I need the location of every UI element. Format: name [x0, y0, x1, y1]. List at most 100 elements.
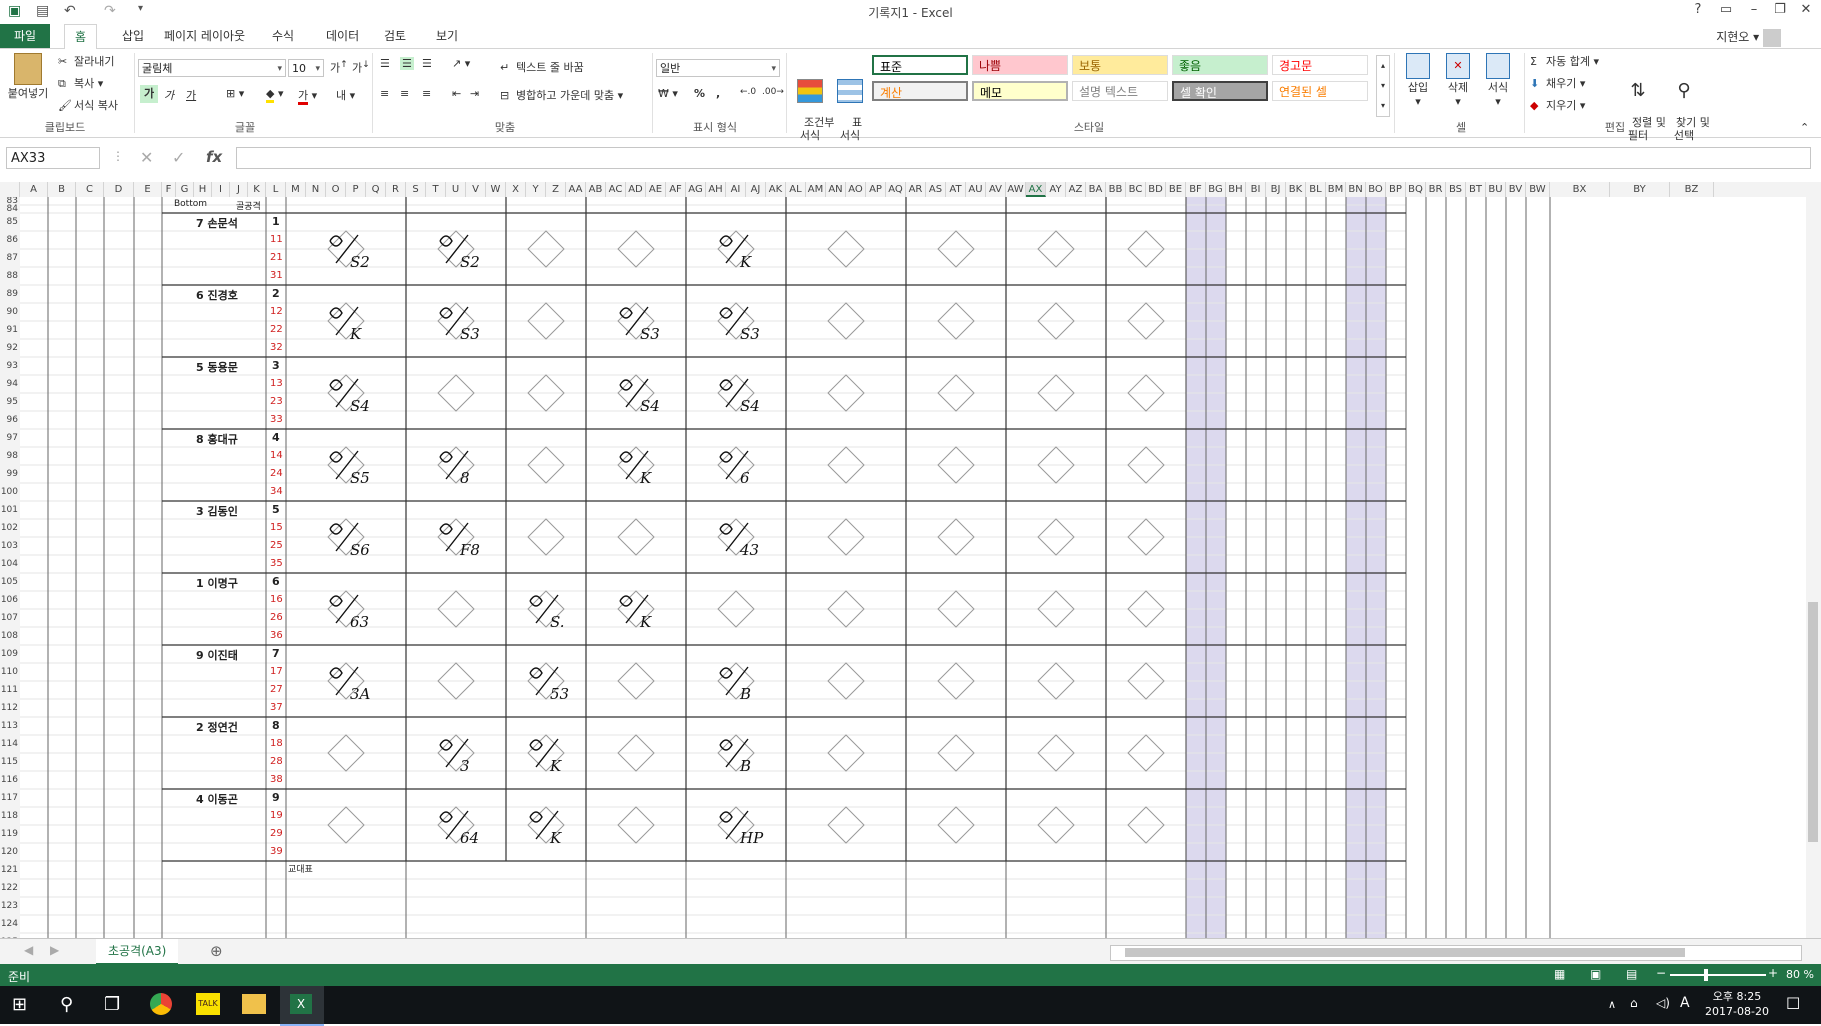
- row-header[interactable]: 105: [0, 573, 20, 591]
- column-header[interactable]: V: [466, 182, 486, 197]
- zoom-level[interactable]: 80 %: [1786, 968, 1814, 981]
- column-header[interactable]: R: [386, 182, 406, 197]
- ribbon-display-icon[interactable]: ▭: [1714, 2, 1738, 17]
- prev-sheet-icon[interactable]: ◀: [24, 943, 33, 957]
- font-color-button[interactable]: 가 ▾: [298, 87, 317, 105]
- column-header[interactable]: BX: [1550, 182, 1610, 197]
- align-left-icon[interactable]: ≡: [380, 87, 389, 100]
- excel-taskbar-button[interactable]: X: [280, 986, 324, 1026]
- zoom-slider-thumb[interactable]: [1704, 969, 1708, 981]
- fill-color-button[interactable]: ◆ ▾: [266, 87, 284, 103]
- font-grow-button[interactable]: 가↑: [330, 59, 348, 76]
- cell-style-3[interactable]: 좋음: [1172, 55, 1268, 75]
- column-header[interactable]: BM: [1326, 182, 1346, 197]
- column-header[interactable]: AP: [866, 182, 886, 197]
- column-header[interactable]: AN: [826, 182, 846, 197]
- column-header[interactable]: BF: [1186, 182, 1206, 197]
- column-header[interactable]: M: [286, 182, 306, 197]
- row-header[interactable]: 123: [0, 897, 20, 915]
- column-header[interactable]: AK: [766, 182, 786, 197]
- column-header[interactable]: A: [20, 182, 48, 197]
- next-sheet-icon[interactable]: ▶: [50, 943, 59, 957]
- chrome-icon[interactable]: [150, 993, 172, 1015]
- column-header[interactable]: AY: [1046, 182, 1066, 197]
- user-account[interactable]: 지현오 ▾: [1716, 28, 1781, 47]
- column-header[interactable]: BR: [1426, 182, 1446, 197]
- merge-center-button[interactable]: ⊟ 병합하고 가운데 맞춤 ▾: [500, 87, 623, 103]
- styles-scroll[interactable]: ▴ ▾ ▾: [1376, 55, 1390, 117]
- row-header[interactable]: 98: [0, 447, 20, 465]
- copy-button[interactable]: ⧉ 복사 ▾: [58, 75, 103, 91]
- column-header[interactable]: AI: [726, 182, 746, 197]
- zoom-slider[interactable]: [1670, 969, 1766, 981]
- row-header[interactable]: 89: [0, 285, 20, 303]
- column-header[interactable]: BJ: [1266, 182, 1286, 197]
- wrap-text-button[interactable]: ↵ 텍스트 줄 바꿈: [500, 59, 584, 75]
- column-header[interactable]: AB: [586, 182, 606, 197]
- tab-insert[interactable]: 삽입: [112, 24, 154, 48]
- column-header[interactable]: BT: [1466, 182, 1486, 197]
- column-header[interactable]: AL: [786, 182, 806, 197]
- column-header[interactable]: BA: [1086, 182, 1106, 197]
- column-header[interactable]: AR: [906, 182, 926, 197]
- cell-style-0[interactable]: 표준: [872, 55, 968, 75]
- italic-button[interactable]: 가: [164, 87, 174, 103]
- vertical-scrollbar[interactable]: [1806, 182, 1821, 938]
- row-header[interactable]: 106: [0, 591, 20, 609]
- page-layout-view-icon[interactable]: ▣: [1590, 967, 1601, 981]
- row-header[interactable]: 124: [0, 915, 20, 933]
- row-header[interactable]: 107: [0, 609, 20, 627]
- cell-style-5[interactable]: 계산: [872, 81, 968, 101]
- column-header[interactable]: F: [162, 182, 176, 197]
- tab-formulas[interactable]: 수식: [262, 24, 304, 48]
- column-header[interactable]: BS: [1446, 182, 1466, 197]
- column-header[interactable]: C: [76, 182, 104, 197]
- column-header[interactable]: BO: [1366, 182, 1386, 197]
- row-header[interactable]: 110: [0, 663, 20, 681]
- column-header[interactable]: I: [212, 182, 230, 197]
- column-header[interactable]: AC: [606, 182, 626, 197]
- sort-filter-button[interactable]: ⇅ 정렬 및 필터: [1618, 53, 1666, 155]
- row-header[interactable]: 93: [0, 357, 20, 375]
- column-header[interactable]: BE: [1166, 182, 1186, 197]
- search-icon[interactable]: ⚲: [60, 994, 73, 1015]
- tab-data[interactable]: 데이터: [316, 24, 369, 48]
- column-header[interactable]: BQ: [1406, 182, 1426, 197]
- column-header[interactable]: AX: [1026, 182, 1046, 197]
- column-header[interactable]: AD: [626, 182, 646, 197]
- task-view-icon[interactable]: ❐: [104, 994, 120, 1015]
- column-header[interactable]: BB: [1106, 182, 1126, 197]
- row-header[interactable]: 95: [0, 393, 20, 411]
- formula-input[interactable]: [236, 147, 1811, 169]
- row-header[interactable]: 100: [0, 483, 20, 501]
- row-header[interactable]: 92: [0, 339, 20, 357]
- percent-button[interactable]: %: [694, 87, 705, 100]
- windows-start-icon[interactable]: ⊞: [12, 994, 27, 1015]
- cell-style-7[interactable]: 설명 텍스트: [1072, 81, 1168, 101]
- row-header[interactable]: 120: [0, 843, 20, 861]
- column-header[interactable]: H: [194, 182, 212, 197]
- column-header[interactable]: AZ: [1066, 182, 1086, 197]
- row-header[interactable]: 101: [0, 501, 20, 519]
- minimize-button[interactable]: –: [1742, 2, 1766, 17]
- vertical-scroll-thumb[interactable]: [1808, 602, 1818, 842]
- column-header[interactable]: BG: [1206, 182, 1226, 197]
- column-header[interactable]: BL: [1306, 182, 1326, 197]
- help-icon[interactable]: ?: [1686, 2, 1710, 17]
- phonetic-button[interactable]: 내 ▾: [336, 87, 355, 103]
- notifications-icon[interactable]: ☐: [1786, 994, 1800, 1013]
- namebox-dropdown-icon[interactable]: ⋮: [112, 149, 124, 163]
- orientation-icon[interactable]: ↗ ▾: [452, 57, 470, 70]
- align-center-icon[interactable]: ≡: [400, 87, 409, 100]
- column-header[interactable]: Y: [526, 182, 546, 197]
- font-shrink-button[interactable]: 가↓: [352, 59, 370, 76]
- cell-style-8[interactable]: 셀 확인: [1172, 81, 1268, 101]
- row-header[interactable]: 118: [0, 807, 20, 825]
- column-header[interactable]: G: [176, 182, 194, 197]
- font-name-select[interactable]: 굴림체: [138, 59, 286, 78]
- column-header[interactable]: AU: [966, 182, 986, 197]
- column-header[interactable]: E: [134, 182, 162, 197]
- column-header[interactable]: AT: [946, 182, 966, 197]
- normal-view-icon[interactable]: ▦: [1554, 967, 1565, 981]
- row-header[interactable]: 109: [0, 645, 20, 663]
